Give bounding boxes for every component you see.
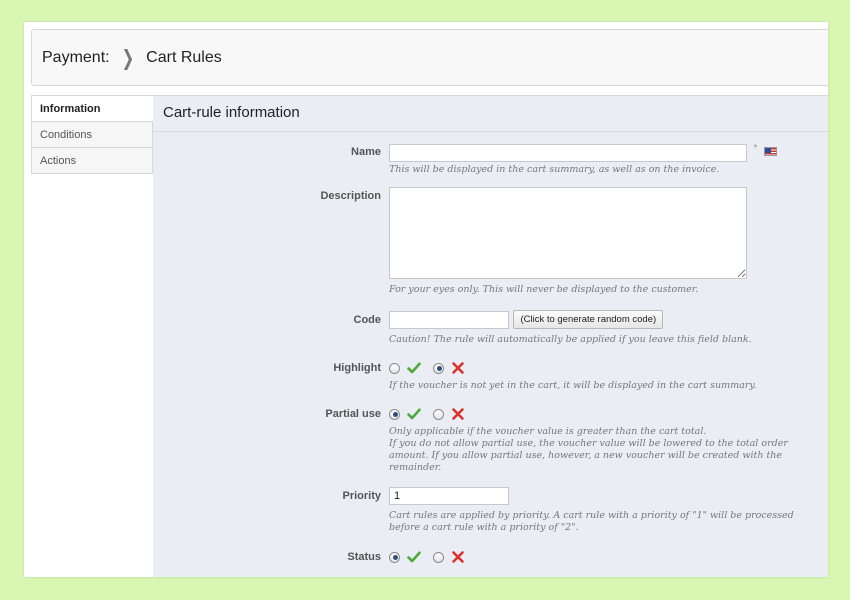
priority-hint: Cart rules are applied by priority. A ca… [389,510,794,533]
status-yes-radio[interactable] [389,551,400,563]
partial-use-yes-radio[interactable] [389,408,400,420]
breadcrumb-current: Cart Rules [146,48,222,66]
sidebar-item-label: Conditions [40,128,92,141]
priority-input[interactable] [389,487,509,505]
cross-icon [451,361,465,375]
partial-use-no-radio[interactable] [433,408,444,420]
check-icon [407,407,421,421]
sidebar-item-label: Information [40,102,101,115]
highlight-yes-radio[interactable] [389,362,400,374]
cart-rule-information-panel: Cart-rule information Name * This will b… [153,95,828,577]
check-icon [407,550,421,564]
priority-label: Priority [342,490,381,502]
panel-title: Cart-rule information [153,96,828,132]
highlight-hint: If the voucher is not yet in the cart, i… [389,380,757,391]
partial-use-hint-2: If you do not allow partial use, the vou… [389,438,788,473]
sidebar-item-label: Actions [40,154,77,167]
status-radio-group [389,549,477,565]
partial-use-label: Partial use [325,408,381,420]
code-label: Code [353,314,382,326]
app-window: Payment: ❯ Cart Rules Information Condit… [24,22,828,577]
us-flag-icon[interactable] [763,147,777,157]
name-hint: This will be displayed in the cart summa… [389,164,720,175]
sidebar: Information Conditions Actions [31,95,153,174]
status-no-radio[interactable] [433,551,444,563]
cross-icon [451,550,465,564]
breadcrumb: Payment: ❯ Cart Rules [31,29,828,86]
partial-use-radio-group [389,406,825,422]
name-input[interactable] [389,144,747,162]
highlight-label: Highlight [333,362,381,374]
description-textarea[interactable] [389,187,747,279]
chevron-right-icon: ❯ [121,46,135,71]
highlight-no-radio[interactable] [433,362,444,374]
description-hint: For your eyes only. This will never be d… [389,284,699,295]
breadcrumb-parent[interactable]: Payment: [42,49,110,67]
required-mark: * [753,143,758,154]
sidebar-item-information[interactable]: Information [31,96,153,122]
status-label: Status [347,551,381,563]
description-label: Description [320,190,381,202]
generate-code-button[interactable]: (Click to generate random code) [513,310,664,329]
sidebar-item-conditions[interactable]: Conditions [31,122,153,148]
partial-use-hint-1: Only applicable if the voucher value is … [389,426,707,437]
check-icon [407,361,421,375]
name-label: Name [351,146,381,158]
highlight-radio-group [389,360,756,376]
code-hint: Caution! The rule will automatically be … [389,334,752,345]
sidebar-item-actions[interactable]: Actions [31,148,153,174]
code-input[interactable] [389,310,509,329]
cross-icon [451,407,465,421]
